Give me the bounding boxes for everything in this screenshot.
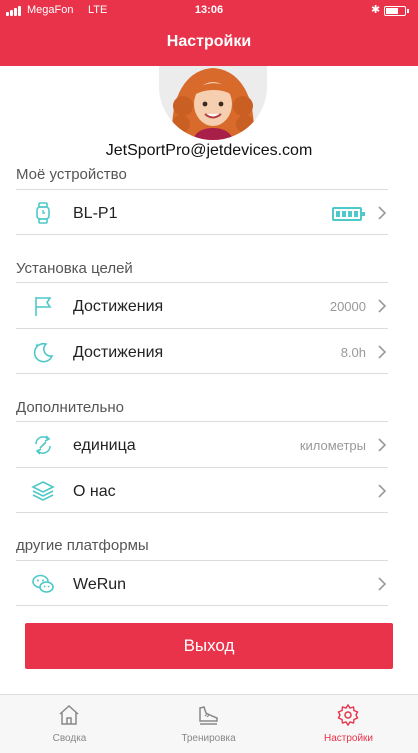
tab-settings-label: Настройки — [323, 733, 374, 744]
layers-icon — [31, 481, 55, 501]
sleep-goal-row[interactable]: Достижения 8.0h — [16, 328, 388, 374]
device-row[interactable]: BL-P1 — [16, 189, 388, 235]
profile-email: JetSportPro@jetdevices.com — [105, 142, 313, 159]
moon-icon — [33, 342, 54, 363]
tab-bar: Сводка Тренировка Настройки — [0, 694, 418, 753]
section-title-platforms: другие платформы — [16, 537, 149, 554]
sync-icon — [35, 435, 51, 455]
unit-row[interactable]: единица километры — [16, 421, 388, 467]
avatar-girl-icon — [159, 66, 267, 140]
werun-label: WeRun — [73, 576, 127, 593]
gear-icon — [337, 703, 359, 727]
tab-workout[interactable]: Тренировка — [139, 695, 278, 753]
page-title: Настройки — [166, 33, 252, 50]
wechat-icon — [32, 574, 54, 593]
unit-label: единица — [73, 437, 136, 454]
shoe-icon — [199, 706, 218, 725]
logout-button[interactable]: Выход — [25, 623, 393, 669]
sleep-goal-value: 8.0h — [340, 345, 366, 360]
chevron-right-icon — [378, 206, 387, 220]
flag-icon — [35, 297, 52, 316]
section-title-extra: Дополнительно — [16, 399, 124, 416]
tab-settings[interactable]: Настройки — [279, 695, 418, 753]
home-icon — [59, 704, 79, 725]
settings-content[interactable]: JetSportPro@jetdevices.com Моё устройств… — [0, 66, 418, 694]
section-title-goals: Установка целей — [16, 260, 133, 277]
device-name: BL-P1 — [73, 205, 118, 222]
steps-goal-label: Достижения — [73, 298, 164, 315]
section-title-device: Моё устройство — [16, 166, 127, 183]
about-row[interactable]: О нас — [16, 467, 388, 513]
avatar[interactable] — [159, 66, 267, 140]
chevron-right-icon — [378, 577, 387, 591]
app-header: MegaFon LTE 13:06 ✱ Настройки — [0, 0, 418, 66]
unit-value: километры — [299, 438, 366, 453]
werun-row[interactable]: WeRun — [16, 560, 388, 606]
battery-icon — [332, 207, 365, 221]
chevron-right-icon — [378, 299, 387, 313]
tab-summary-label: Сводка — [52, 733, 87, 744]
steps-goal-value: 20000 — [329, 299, 366, 314]
status-bar: MegaFon LTE 13:06 ✱ — [0, 0, 418, 22]
tab-workout-label: Тренировка — [181, 733, 236, 744]
watch-icon — [36, 202, 50, 224]
status-time: 13:06 — [194, 4, 224, 16]
tab-summary[interactable]: Сводка — [0, 695, 139, 753]
chevron-right-icon — [378, 438, 387, 452]
chevron-right-icon — [378, 345, 387, 359]
bluetooth-icon: ✱ — [371, 4, 381, 16]
sleep-goal-label: Достижения — [73, 344, 164, 361]
steps-goal-row[interactable]: Достижения 20000 — [16, 282, 388, 328]
chevron-right-icon — [378, 484, 387, 498]
phone-battery-icon — [384, 6, 409, 16]
about-label: О нас — [73, 483, 116, 500]
